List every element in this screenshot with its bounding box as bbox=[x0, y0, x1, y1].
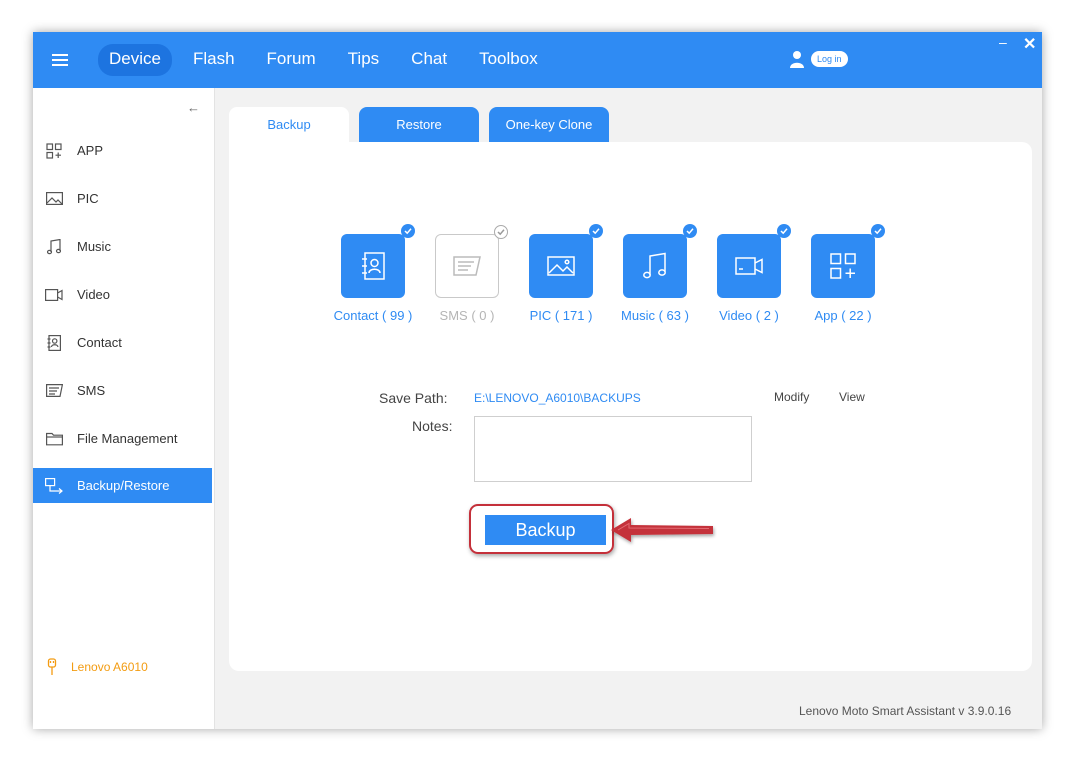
user-icon[interactable] bbox=[789, 50, 805, 68]
category-music[interactable]: Music ( 63 ) bbox=[621, 224, 697, 323]
sidebar-item-label: SMS bbox=[77, 383, 106, 398]
contact-book-icon bbox=[362, 252, 385, 280]
category-tile[interactable] bbox=[435, 225, 508, 298]
message-icon bbox=[45, 382, 63, 400]
connected-device[interactable]: Lenovo A6010 bbox=[47, 658, 148, 676]
tab-restore[interactable]: Restore bbox=[359, 107, 479, 143]
top-header: Device Flash Forum Tips Chat Toolbox Log… bbox=[33, 32, 1042, 88]
sidebar-item-label: PIC bbox=[77, 191, 99, 206]
nav-tab-tips[interactable]: Tips bbox=[337, 44, 391, 76]
app-window: Device Flash Forum Tips Chat Toolbox Log… bbox=[33, 32, 1042, 729]
sidebar-item-label: APP bbox=[77, 143, 104, 158]
nav-tab-toolbox[interactable]: Toolbox bbox=[468, 44, 549, 76]
image-icon bbox=[45, 190, 63, 208]
video-camera-icon bbox=[45, 286, 63, 304]
tab-backup[interactable]: Backup bbox=[229, 107, 349, 143]
usb-plug-icon bbox=[47, 658, 57, 675]
main-nav: Device Flash Forum Tips Chat Toolbox bbox=[98, 44, 559, 76]
sidebar-item-label: Music bbox=[77, 239, 111, 254]
content-tabs: Backup Restore One-key Clone bbox=[229, 107, 619, 143]
message-icon bbox=[453, 256, 481, 276]
category-tile[interactable] bbox=[717, 224, 791, 298]
sidebar-item-label: Video bbox=[77, 287, 111, 302]
close-button[interactable]: ✕ bbox=[1023, 34, 1036, 54]
checkmark-icon[interactable] bbox=[777, 224, 791, 238]
backup-restore-icon bbox=[45, 477, 63, 495]
sidebar: ← APP PIC Music Video Contact SMS File M… bbox=[33, 88, 215, 729]
checkmark-icon[interactable] bbox=[494, 225, 508, 239]
nav-tab-forum[interactable]: Forum bbox=[256, 44, 327, 76]
backup-panel: Contact ( 99 ) SMS ( 0 ) PIC (171) Mus… bbox=[229, 142, 1032, 671]
login-button[interactable]: Log in bbox=[811, 51, 848, 67]
sidebar-item-label: File Management bbox=[77, 431, 178, 446]
notes-label: Notes: bbox=[412, 418, 453, 434]
tab-one-key-clone[interactable]: One-key Clone bbox=[489, 107, 609, 143]
user-area: Log in bbox=[789, 50, 848, 68]
notes-input[interactable] bbox=[474, 416, 752, 482]
category-pic[interactable]: PIC ( 171 ) bbox=[529, 224, 603, 323]
nav-tab-flash[interactable]: Flash bbox=[182, 44, 246, 76]
sidebar-item-file-management[interactable]: File Management bbox=[33, 421, 212, 456]
apps-icon bbox=[45, 142, 63, 160]
annotation-arrow-icon bbox=[611, 518, 713, 542]
checkmark-icon[interactable] bbox=[871, 224, 885, 238]
checkmark-icon[interactable] bbox=[401, 224, 415, 238]
category-tile[interactable] bbox=[811, 224, 885, 298]
apps-icon bbox=[830, 253, 856, 279]
category-sms[interactable]: SMS ( 0 ) bbox=[435, 225, 508, 323]
modify-path-link[interactable]: Modify bbox=[774, 390, 809, 404]
category-tile[interactable] bbox=[341, 224, 415, 298]
version-label: Lenovo Moto Smart Assistant v 3.9.0.16 bbox=[799, 704, 1012, 718]
hamburger-icon[interactable] bbox=[52, 51, 68, 69]
view-path-link[interactable]: View bbox=[839, 390, 865, 404]
category-tile[interactable] bbox=[529, 224, 603, 298]
category-app[interactable]: App ( 22 ) bbox=[811, 224, 885, 323]
category-video[interactable]: Video ( 2 ) bbox=[717, 224, 791, 323]
sidebar-item-music[interactable]: Music bbox=[33, 229, 212, 264]
sidebar-item-label: Backup/Restore bbox=[77, 478, 170, 493]
music-note-icon bbox=[45, 238, 63, 256]
checkmark-icon[interactable] bbox=[589, 224, 603, 238]
save-path-label: Save Path: bbox=[379, 390, 448, 406]
category-contact[interactable]: Contact ( 99 ) bbox=[334, 224, 415, 323]
sidebar-item-sms[interactable]: SMS bbox=[33, 373, 212, 408]
checkmark-icon[interactable] bbox=[683, 224, 697, 238]
collapse-arrow-icon[interactable]: ← bbox=[187, 100, 200, 115]
backup-button[interactable]: Backup bbox=[485, 515, 606, 545]
sidebar-item-label: Contact bbox=[77, 335, 122, 350]
contact-book-icon bbox=[45, 334, 63, 352]
music-note-icon bbox=[643, 252, 666, 279]
sidebar-item-pic[interactable]: PIC bbox=[33, 181, 212, 216]
minimize-button[interactable]: – bbox=[999, 34, 1007, 50]
sidebar-item-video[interactable]: Video bbox=[33, 277, 212, 312]
category-label: App ( 22 ) bbox=[814, 308, 872, 323]
sidebar-item-backup-restore[interactable]: Backup/Restore bbox=[33, 468, 212, 503]
image-icon bbox=[547, 256, 575, 276]
sidebar-item-contact[interactable]: Contact bbox=[33, 325, 212, 360]
device-name-label: Lenovo A6010 bbox=[71, 660, 148, 674]
category-tile[interactable] bbox=[623, 224, 697, 298]
folder-icon bbox=[45, 430, 63, 448]
nav-tab-chat[interactable]: Chat bbox=[400, 44, 458, 76]
sidebar-item-app[interactable]: APP bbox=[33, 133, 212, 168]
save-path-value: E:\LENOVO_A6010\BACKUPS bbox=[474, 391, 641, 405]
video-camera-icon bbox=[735, 257, 763, 275]
nav-tab-device[interactable]: Device bbox=[98, 44, 172, 76]
